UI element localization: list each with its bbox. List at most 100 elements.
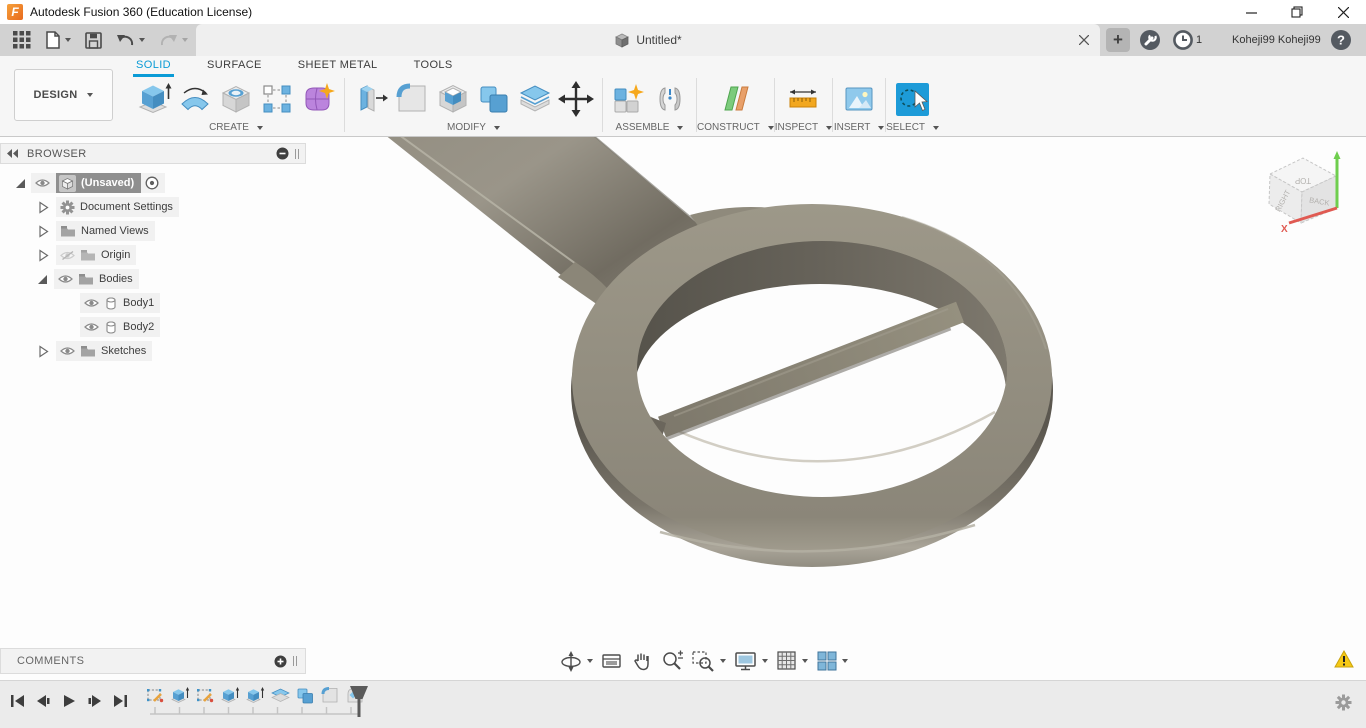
tab-close-button[interactable] (1074, 30, 1094, 50)
zoom-button[interactable] (658, 650, 687, 673)
expand-icon[interactable] (38, 344, 49, 358)
grid-settings-button[interactable] (773, 650, 811, 672)
undo-button[interactable] (109, 24, 152, 56)
orbit-button[interactable] (556, 649, 596, 673)
hole-button[interactable] (217, 80, 255, 118)
select-button[interactable] (894, 80, 932, 118)
user-account-button[interactable]: Koheji99 Koheji99 (1232, 24, 1321, 56)
combine-button[interactable] (475, 80, 513, 118)
timeline-feature-combine[interactable] (296, 686, 315, 705)
help-icon[interactable]: ? (1331, 30, 1351, 50)
close-button[interactable] (1320, 0, 1366, 24)
grid-settings-caret[interactable] (802, 659, 808, 663)
view-cube[interactable]: TOP RIGHT BACK X (1256, 147, 1356, 252)
job-status-icon[interactable] (1140, 30, 1160, 50)
minimize-button[interactable] (1228, 0, 1274, 24)
visibility-eye-icon[interactable] (35, 178, 50, 188)
save-button[interactable] (78, 24, 109, 56)
tree-node-named-views[interactable]: Named Views (0, 219, 306, 243)
new-tab-button[interactable]: + (1106, 28, 1130, 52)
create-group-label[interactable]: CREATE (209, 122, 263, 133)
timeline-settings-gear-icon[interactable] (1335, 694, 1352, 711)
look-at-button[interactable] (598, 650, 626, 672)
add-comment-icon[interactable] (274, 655, 287, 668)
expand-icon[interactable] (16, 178, 25, 188)
revolve-button[interactable] (176, 80, 214, 118)
new-component-button[interactable] (610, 80, 648, 118)
tree-node-root[interactable]: (Unsaved) (0, 171, 306, 195)
visibility-off-eye-icon[interactable] (60, 250, 75, 261)
workspace-switcher[interactable]: DESIGN (14, 69, 113, 121)
tree-node-body1[interactable]: Body1 (0, 291, 306, 315)
go-to-start-button[interactable] (10, 694, 25, 708)
split-body-button[interactable] (516, 80, 554, 118)
visibility-eye-icon[interactable] (60, 346, 75, 356)
shell-button[interactable] (434, 80, 472, 118)
construct-group-label[interactable]: CONSTRUCT (697, 122, 774, 133)
visibility-eye-icon[interactable] (84, 298, 99, 308)
notifications-clock-icon[interactable] (1173, 30, 1193, 50)
move-copy-button[interactable] (557, 80, 595, 118)
step-forward-button[interactable] (87, 694, 102, 708)
pan-button[interactable] (628, 650, 656, 672)
assemble-group-label[interactable]: ASSEMBLE (616, 122, 684, 133)
insert-group-label[interactable]: INSERT (834, 122, 885, 133)
visibility-eye-icon[interactable] (58, 274, 73, 284)
tree-node-document-settings[interactable]: Document Settings (0, 195, 306, 219)
display-settings-button[interactable] (731, 650, 771, 672)
panel-grip[interactable] (293, 656, 297, 666)
browser-header[interactable]: BROWSER (0, 143, 306, 164)
redo-button[interactable] (152, 24, 195, 56)
panel-grip[interactable] (295, 148, 299, 159)
3d-viewport[interactable]: BROWSER (Unsaved) Document Settings Name… (0, 137, 1366, 680)
expand-icon[interactable] (38, 224, 49, 238)
timeline-ruler[interactable] (146, 705, 376, 717)
measure-button[interactable] (784, 80, 822, 118)
file-menu-button[interactable] (38, 24, 78, 56)
press-pull-button[interactable] (352, 80, 390, 118)
tree-node-sketches[interactable]: Sketches (0, 339, 306, 363)
timeline-feature-extrude[interactable] (171, 686, 190, 705)
tab-tools[interactable]: TOOLS (411, 56, 456, 77)
extrude-button[interactable] (135, 80, 173, 118)
zoom-window-caret[interactable] (720, 659, 726, 663)
zoom-window-button[interactable] (689, 650, 729, 673)
visibility-eye-icon[interactable] (84, 322, 99, 332)
timeline-feature-sketch[interactable] (146, 686, 165, 705)
tree-node-body2[interactable]: Body2 (0, 315, 306, 339)
document-tab[interactable]: Untitled* (196, 24, 1100, 56)
orbit-caret[interactable] (587, 659, 593, 663)
play-button[interactable] (62, 694, 76, 708)
timeline-feature-fillet[interactable] (321, 686, 340, 705)
app-grid-button[interactable] (6, 24, 38, 56)
timeline-feature-sketch[interactable] (196, 686, 215, 705)
selected-node[interactable]: (Unsaved) (56, 173, 142, 193)
joint-button[interactable] (651, 80, 689, 118)
fillet-button[interactable] (393, 80, 431, 118)
tab-sheet-metal[interactable]: SHEET METAL (295, 56, 381, 77)
expand-icon[interactable] (38, 200, 49, 214)
timeline-feature-extrude[interactable] (221, 686, 240, 705)
create-form-button[interactable] (299, 80, 337, 118)
inspect-group-label[interactable]: INSPECT (775, 122, 833, 133)
insert-button[interactable] (840, 80, 878, 118)
construct-plane-button[interactable] (716, 80, 754, 118)
tab-solid[interactable]: SOLID (133, 56, 175, 77)
rectangular-pattern-button[interactable] (258, 80, 296, 118)
tree-node-origin[interactable]: Origin (0, 243, 306, 267)
tree-node-bodies[interactable]: Bodies (0, 267, 306, 291)
select-group-label[interactable]: SELECT (886, 122, 940, 133)
timeline-feature-extrude[interactable] (246, 686, 265, 705)
restore-button[interactable] (1274, 0, 1320, 24)
timeline-feature-split-body[interactable] (271, 686, 290, 705)
expand-icon[interactable] (38, 274, 47, 284)
viewcube-face-top[interactable]: TOP (1295, 176, 1311, 185)
expand-icon[interactable] (38, 248, 49, 262)
timeline-playhead[interactable] (348, 685, 370, 719)
warning-icon[interactable] (1334, 650, 1354, 668)
go-to-end-button[interactable] (113, 694, 128, 708)
modify-group-label[interactable]: MODIFY (447, 122, 500, 133)
step-back-button[interactable] (36, 694, 51, 708)
viewports-caret[interactable] (842, 659, 848, 663)
viewports-button[interactable] (813, 650, 851, 672)
